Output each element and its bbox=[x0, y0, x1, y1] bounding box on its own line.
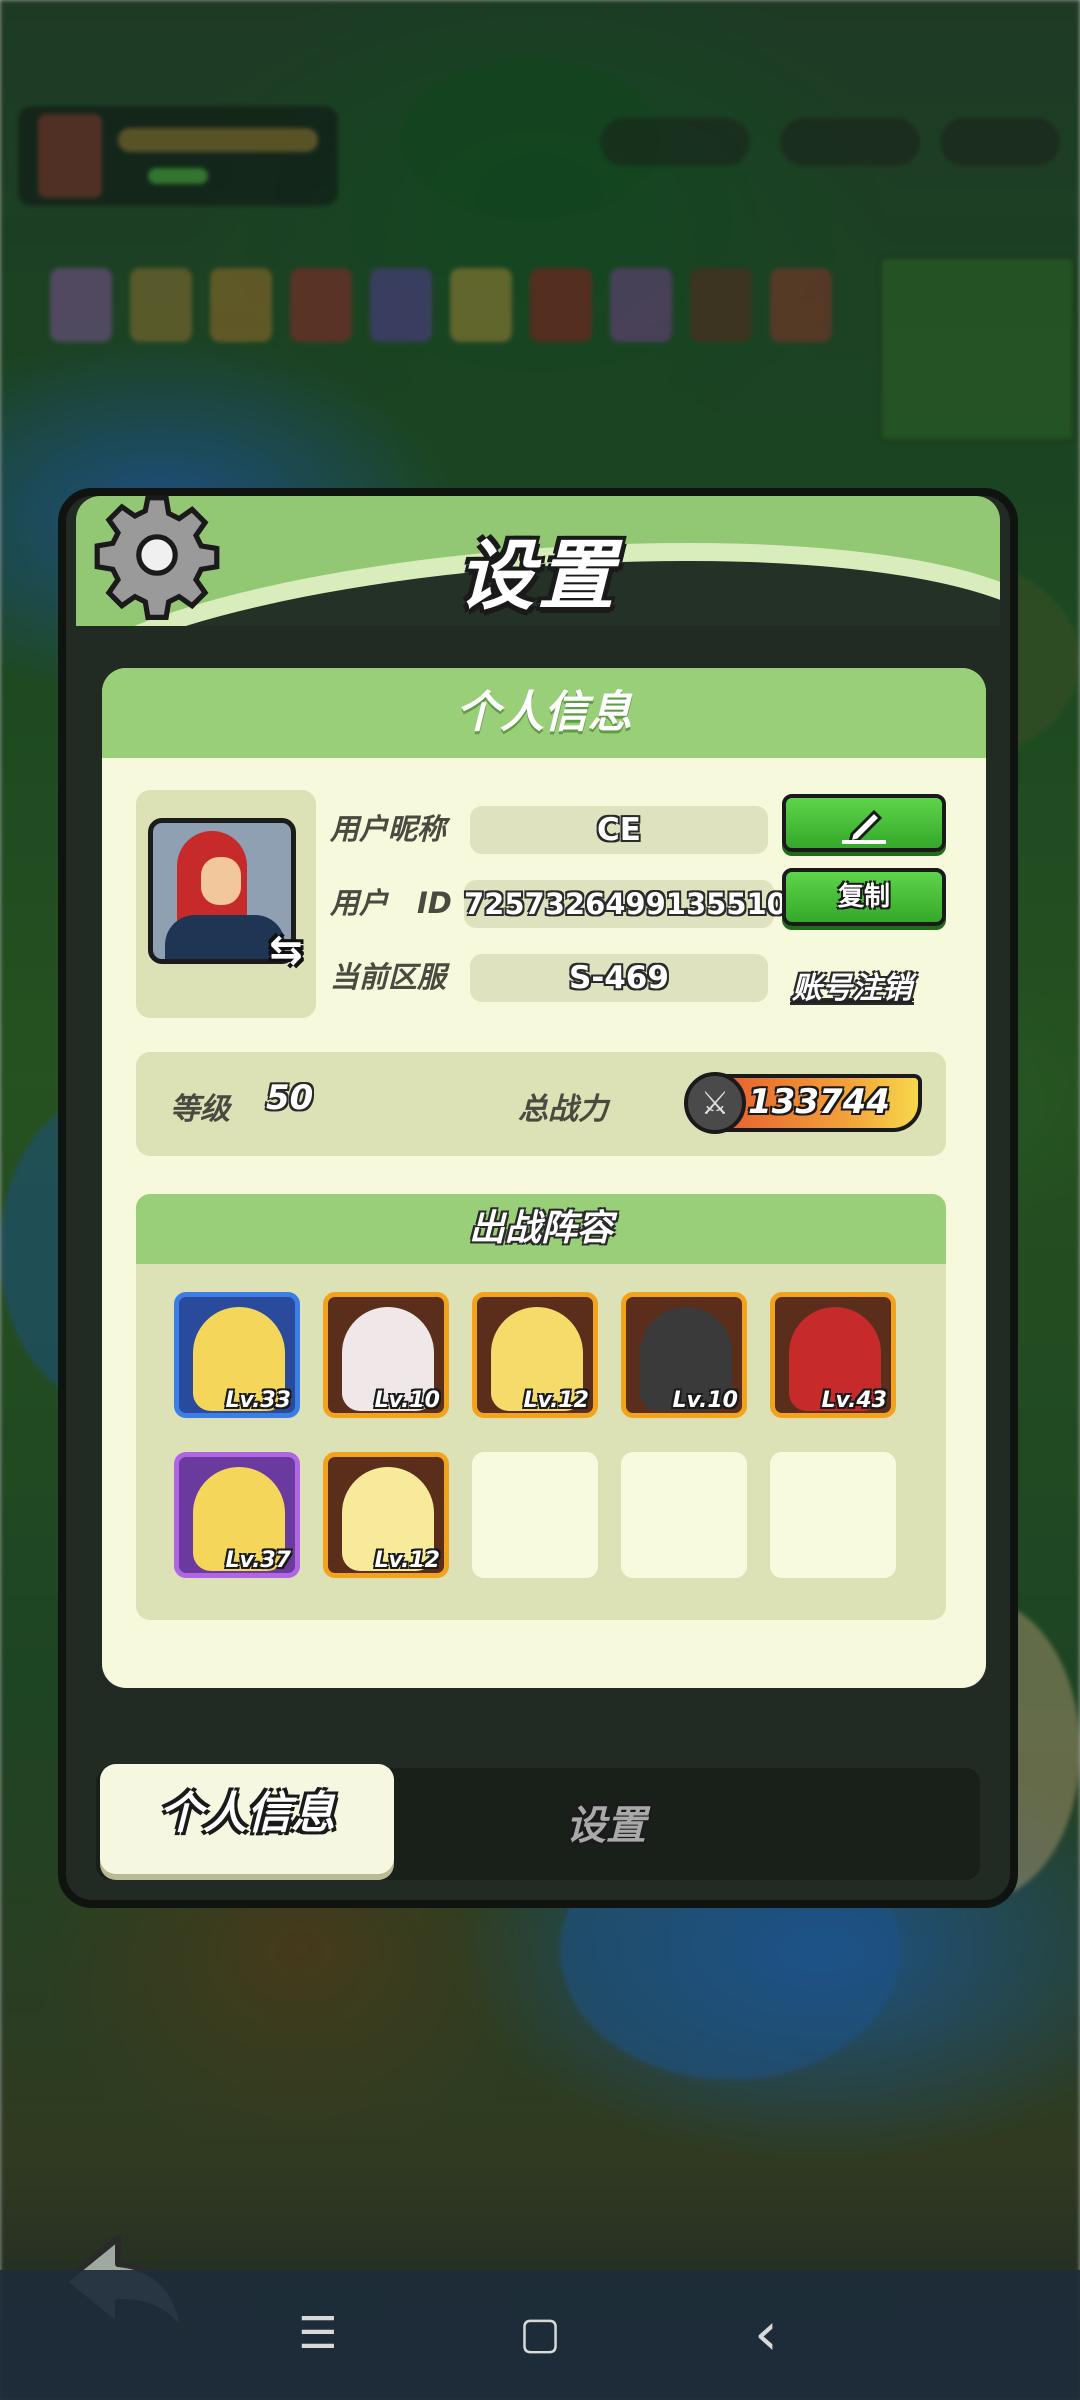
hero-level: Lv.33 bbox=[225, 1388, 291, 1413]
power-value: 133744 bbox=[748, 1082, 890, 1122]
hero-level: Lv.10 bbox=[374, 1388, 440, 1413]
cancel-account-link[interactable]: 账号注销 bbox=[792, 963, 912, 1007]
empty-hero-slot[interactable] bbox=[472, 1452, 598, 1578]
panel-title: 个人信息 bbox=[102, 668, 986, 758]
tab-settings[interactable]: 设置 bbox=[506, 1786, 706, 1866]
hero-slot[interactable]: Lv.10 bbox=[323, 1292, 449, 1418]
home-icon[interactable]: ▢ bbox=[510, 2304, 570, 2364]
hero-slot[interactable]: Lv.37 bbox=[174, 1452, 300, 1578]
hero-level: Lv.10 bbox=[672, 1388, 738, 1413]
power-label: 总战力 bbox=[518, 1092, 608, 1127]
nickname-label: 用户昵称 bbox=[330, 812, 447, 846]
copy-id-button[interactable]: 复制 bbox=[782, 868, 946, 926]
level-label: 等级 bbox=[170, 1092, 230, 1127]
hero-level: Lv.43 bbox=[821, 1388, 887, 1413]
user-id-field: 72573264991355102 bbox=[464, 880, 807, 928]
edit-nickname-button[interactable] bbox=[782, 794, 946, 852]
hero-level: Lv.37 bbox=[225, 1548, 291, 1573]
nickname-field: CE bbox=[470, 806, 768, 854]
lineup-title: 出战阵容 bbox=[136, 1194, 946, 1264]
avatar-box: ⇆ bbox=[136, 790, 316, 1018]
hero-slot[interactable]: Lv.10 bbox=[621, 1292, 747, 1418]
pencil-icon bbox=[842, 809, 886, 844]
user-id-label: 用户 ID bbox=[330, 886, 452, 920]
dialog-title: 设置 bbox=[458, 531, 618, 620]
empty-hero-slot[interactable] bbox=[770, 1452, 896, 1578]
personal-info-panel: 个人信息 ⇆ 用户昵称 CE 用户 ID 72573264991355102 复… bbox=[102, 668, 986, 1688]
level-value: 50 bbox=[266, 1078, 314, 1118]
hero-slot[interactable]: Lv.12 bbox=[472, 1292, 598, 1418]
hero-level: Lv.12 bbox=[523, 1388, 589, 1413]
hero-slot[interactable]: Lv.12 bbox=[323, 1452, 449, 1578]
server-label: 当前区服 bbox=[330, 960, 447, 994]
swap-arrows-icon[interactable]: ⇆ bbox=[264, 928, 308, 972]
stats-row: 等级 50 总战力 ⚔ 133744 bbox=[136, 1052, 946, 1156]
hero-slot[interactable]: Lv.43 bbox=[770, 1292, 896, 1418]
crossed-swords-icon: ⚔ bbox=[684, 1072, 746, 1134]
system-nav-bar: ☰ ▢ ‹ bbox=[0, 2270, 1080, 2400]
tab-personal-info[interactable]: 个人信息 bbox=[100, 1764, 394, 1874]
empty-hero-slot[interactable] bbox=[621, 1452, 747, 1578]
server-field: S-469 bbox=[470, 954, 768, 1002]
back-icon[interactable]: ‹ bbox=[736, 2304, 796, 2364]
hero-slot[interactable]: Lv.33 bbox=[174, 1292, 300, 1418]
power-badge: ⚔ 133744 bbox=[684, 1072, 922, 1134]
menu-icon[interactable]: ☰ bbox=[288, 2304, 348, 2364]
hero-level: Lv.12 bbox=[374, 1548, 440, 1573]
settings-dialog: 设置 个人信息 ⇆ 用户昵称 CE 用户 ID 7257326499135510… bbox=[58, 488, 1018, 1908]
battle-lineup: 出战阵容 Lv.33 Lv.10 Lv.12 Lv.10 Lv.43 Lv.37 Lv.12 bbox=[136, 1194, 946, 1620]
